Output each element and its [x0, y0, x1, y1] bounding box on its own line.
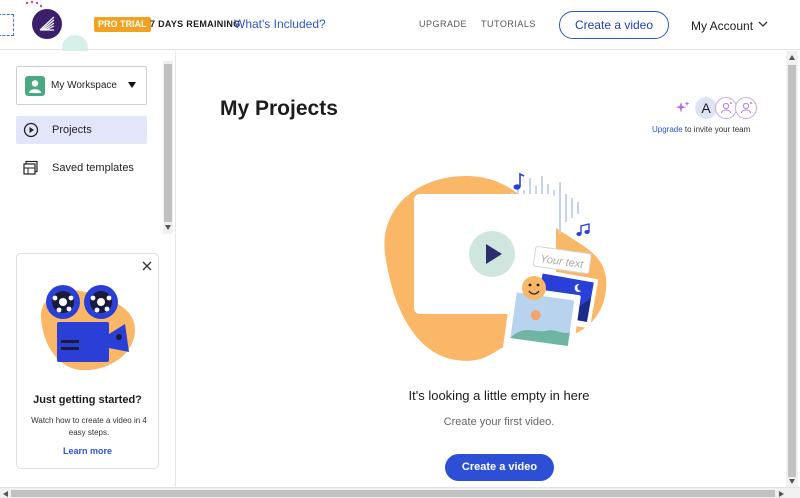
- my-account-menu[interactable]: My Account: [691, 19, 753, 33]
- sidebar-item-projects[interactable]: Projects: [16, 116, 147, 144]
- chevron-down-icon[interactable]: [758, 20, 768, 28]
- empty-state-title: It's looking a little empty in here: [408, 388, 590, 403]
- sidebar-scrollbar[interactable]: [163, 61, 173, 234]
- page-title: My Projects: [220, 97, 338, 120]
- whats-included-link[interactable]: What's Included?: [234, 17, 326, 31]
- templates-icon: [23, 160, 38, 175]
- invite-text: to invite your team: [682, 125, 751, 134]
- upgrade-link[interactable]: Upgrade: [652, 125, 683, 134]
- add-member-avatar[interactable]: [715, 97, 737, 119]
- sidebar-item-label: Projects: [52, 124, 92, 136]
- pro-trial-badge: PRO TRIAL: [94, 17, 151, 32]
- days-remaining: 7 DAYS REMAINING: [150, 19, 241, 29]
- scrollbar-thumb[interactable]: [11, 490, 775, 497]
- getting-started-card: Just getting started? Watch how to creat…: [16, 253, 159, 469]
- add-user-icon: [741, 102, 752, 114]
- workspace-selector[interactable]: My Workspace: [16, 66, 147, 105]
- logo-icon: [39, 16, 55, 31]
- user-avatar[interactable]: A: [695, 97, 717, 119]
- learn-more-link[interactable]: Learn more: [17, 446, 158, 456]
- card-title: Just getting started?: [33, 394, 142, 406]
- selection-handle: [0, 14, 14, 36]
- nav-upgrade[interactable]: UPGRADE: [419, 19, 467, 29]
- page-scrollbar[interactable]: [786, 51, 798, 488]
- close-icon[interactable]: [142, 261, 152, 271]
- sidebar-item-saved-templates[interactable]: Saved templates: [16, 154, 147, 182]
- video-camera-illustration: [40, 285, 136, 371]
- empty-state-illustration: Your text: [384, 172, 607, 361]
- add-member-avatar[interactable]: [735, 97, 757, 119]
- smiley-face-icon: [522, 276, 546, 300]
- top-bar: PRO TRIAL 7 DAYS REMAINING What's Includ…: [0, 0, 800, 61]
- nav-tutorials[interactable]: TUTORIALS: [481, 19, 536, 29]
- scroll-down-arrow-icon[interactable]: [789, 479, 795, 484]
- caret-down-icon: [128, 82, 136, 88]
- sparkle-icon: [676, 101, 690, 113]
- workspace-avatar-icon: [25, 76, 45, 96]
- music-note-icon: [576, 223, 590, 236]
- create-video-button[interactable]: Create a video: [445, 454, 554, 481]
- workspace-label: My Workspace: [51, 80, 117, 91]
- team-avatars: A: [676, 97, 758, 119]
- app-page: PRO TRIAL 7 DAYS REMAINING What's Includ…: [0, 0, 800, 498]
- create-video-button-top[interactable]: Create a video: [559, 11, 669, 39]
- sidebar: My Workspace Projects Saved templates Ju…: [0, 51, 176, 488]
- sidebar-item-label: Saved templates: [52, 162, 134, 174]
- card-description: Watch how to create a video in 4 easy st…: [31, 416, 147, 437]
- invite-team-text: Upgrade to invite your team: [652, 125, 750, 134]
- scroll-left-arrow-icon[interactable]: [3, 491, 8, 497]
- logo-dots-decoration: [25, 0, 43, 8]
- scroll-down-arrow-icon[interactable]: [165, 225, 171, 230]
- scroll-right-arrow-icon[interactable]: [779, 491, 784, 497]
- empty-state-subtitle: Create your first video.: [443, 416, 555, 428]
- scroll-up-arrow-icon[interactable]: [789, 55, 795, 60]
- music-note-icon: [513, 172, 525, 190]
- horizontal-scrollbar[interactable]: [0, 487, 800, 498]
- scrollbar-thumb[interactable]: [164, 64, 172, 222]
- add-user-icon: [721, 102, 732, 114]
- play-circle-icon: [23, 122, 39, 138]
- scrollbar-thumb[interactable]: [788, 65, 796, 477]
- brand-logo[interactable]: [32, 9, 62, 39]
